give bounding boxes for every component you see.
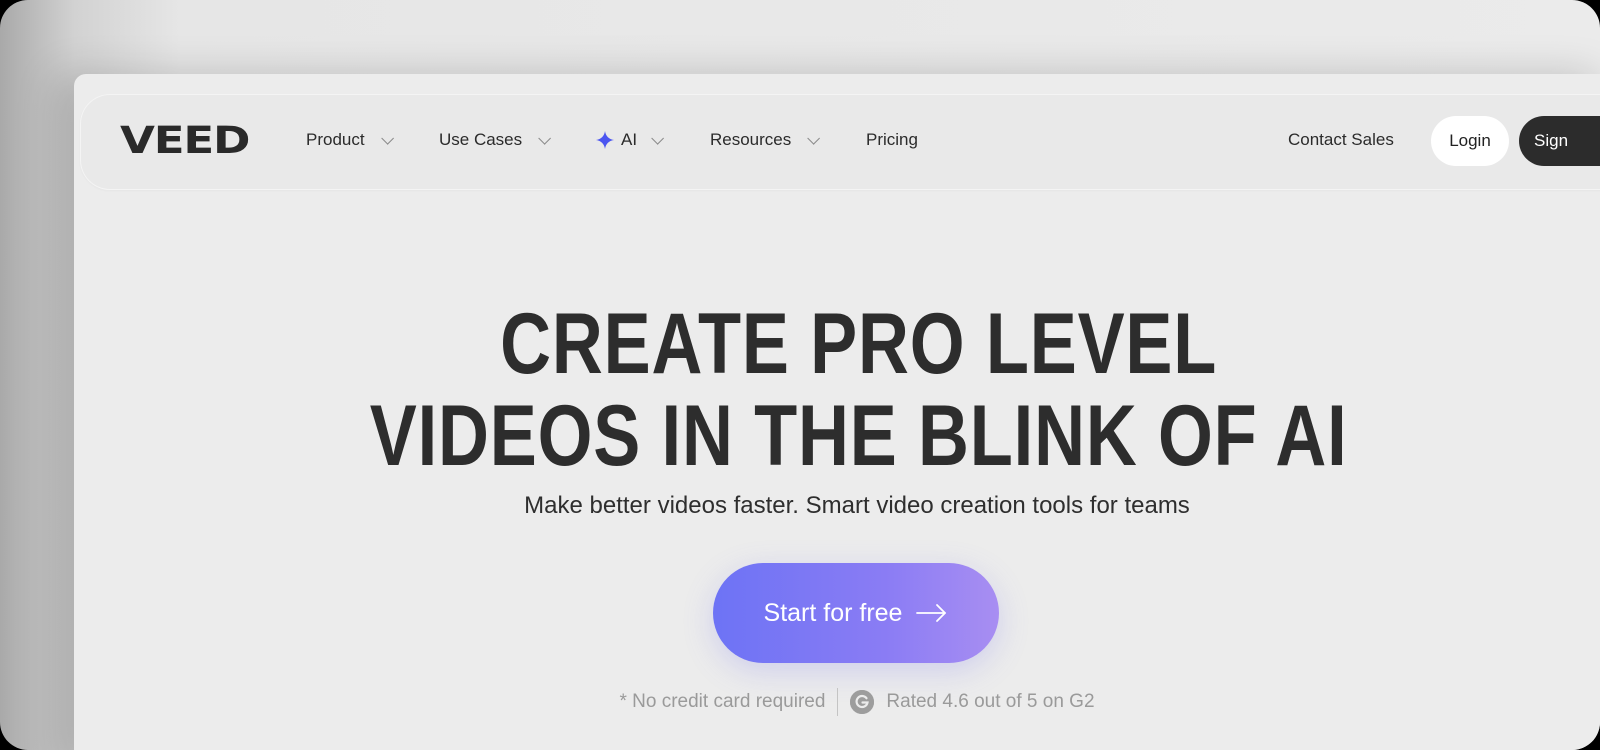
nav-item-label: Pricing bbox=[866, 130, 918, 149]
chevron-down-icon bbox=[380, 131, 394, 145]
cta-label: Start for free bbox=[763, 598, 903, 627]
login-button[interactable]: Login bbox=[1431, 116, 1509, 166]
start-for-free-button[interactable]: Start for free bbox=[713, 563, 999, 663]
hero-title-line-2: VIDEOS IN THE BLINK OF AI bbox=[369, 388, 1348, 484]
chevron-down-icon bbox=[538, 131, 552, 145]
nav-item-pricing[interactable]: Pricing bbox=[866, 130, 918, 150]
hero-title-line-1: CREATE PRO LEVEL bbox=[500, 296, 1218, 392]
hero-subtitle: Make better videos faster. Smart video c… bbox=[524, 492, 1190, 519]
nav-item-label: Product bbox=[306, 130, 365, 149]
sparkle-icon bbox=[596, 131, 614, 150]
nav-item-product[interactable]: Product bbox=[306, 130, 394, 150]
g2-rating: Rated 4.6 out of 5 on G2 bbox=[886, 691, 1095, 712]
g2-icon bbox=[850, 690, 875, 714]
top-navbar: VEED Product Use Cases AI Resources Pric… bbox=[80, 94, 1600, 190]
nav-item-use-cases[interactable]: Use Cases bbox=[439, 130, 552, 150]
chevron-down-icon bbox=[807, 131, 821, 145]
no-credit-card-note: * No credit card required bbox=[619, 691, 826, 712]
divider bbox=[837, 688, 839, 716]
chevron-down-icon bbox=[651, 131, 665, 145]
contact-sales-link[interactable]: Contact Sales bbox=[1288, 130, 1394, 150]
hero-notes: * No credit card required Rated 4.6 out … bbox=[74, 688, 1600, 716]
hero-title: CREATE PRO LEVEL VIDEOS IN THE BLINK OF … bbox=[215, 298, 1502, 482]
nav-item-label: AI bbox=[621, 130, 638, 149]
nav-item-label: Use Cases bbox=[439, 130, 523, 149]
screen-background: VEED Product Use Cases AI Resources Pric… bbox=[0, 0, 1600, 750]
nav-item-ai[interactable]: AI bbox=[595, 130, 665, 150]
nav-item-resources[interactable]: Resources bbox=[710, 130, 821, 150]
browser-window: VEED Product Use Cases AI Resources Pric… bbox=[74, 74, 1600, 750]
arrow-right-icon bbox=[916, 604, 947, 622]
signup-button[interactable]: Sign bbox=[1519, 116, 1600, 166]
nav-item-label: Resources bbox=[710, 130, 792, 149]
veed-logo[interactable]: VEED bbox=[120, 122, 250, 159]
